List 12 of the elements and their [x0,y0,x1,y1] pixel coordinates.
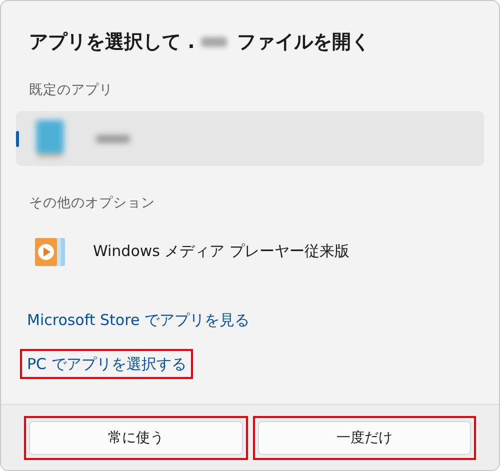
always-button[interactable]: 常に使う [29,421,242,455]
dialog-title: ファイルを開く [236,30,370,55]
selection-indicator [16,131,19,147]
dialog-title: アプリを選択して . [29,30,195,55]
link[interactable]: PC でアプリを選択する [27,355,186,373]
app-name: Windows メディア プレーヤー従来版 [93,242,350,261]
app-list-item[interactable] [16,111,484,166]
once-button[interactable]: 一度だけ [258,421,471,455]
section-label: 既定のアプリ [29,81,114,99]
app-list-item[interactable]: Windows メディア プレーヤー従来版 [16,224,484,279]
section-label: その他のオプション [29,194,156,212]
link[interactable]: Microsoft Store でアプリを見る [27,311,250,329]
